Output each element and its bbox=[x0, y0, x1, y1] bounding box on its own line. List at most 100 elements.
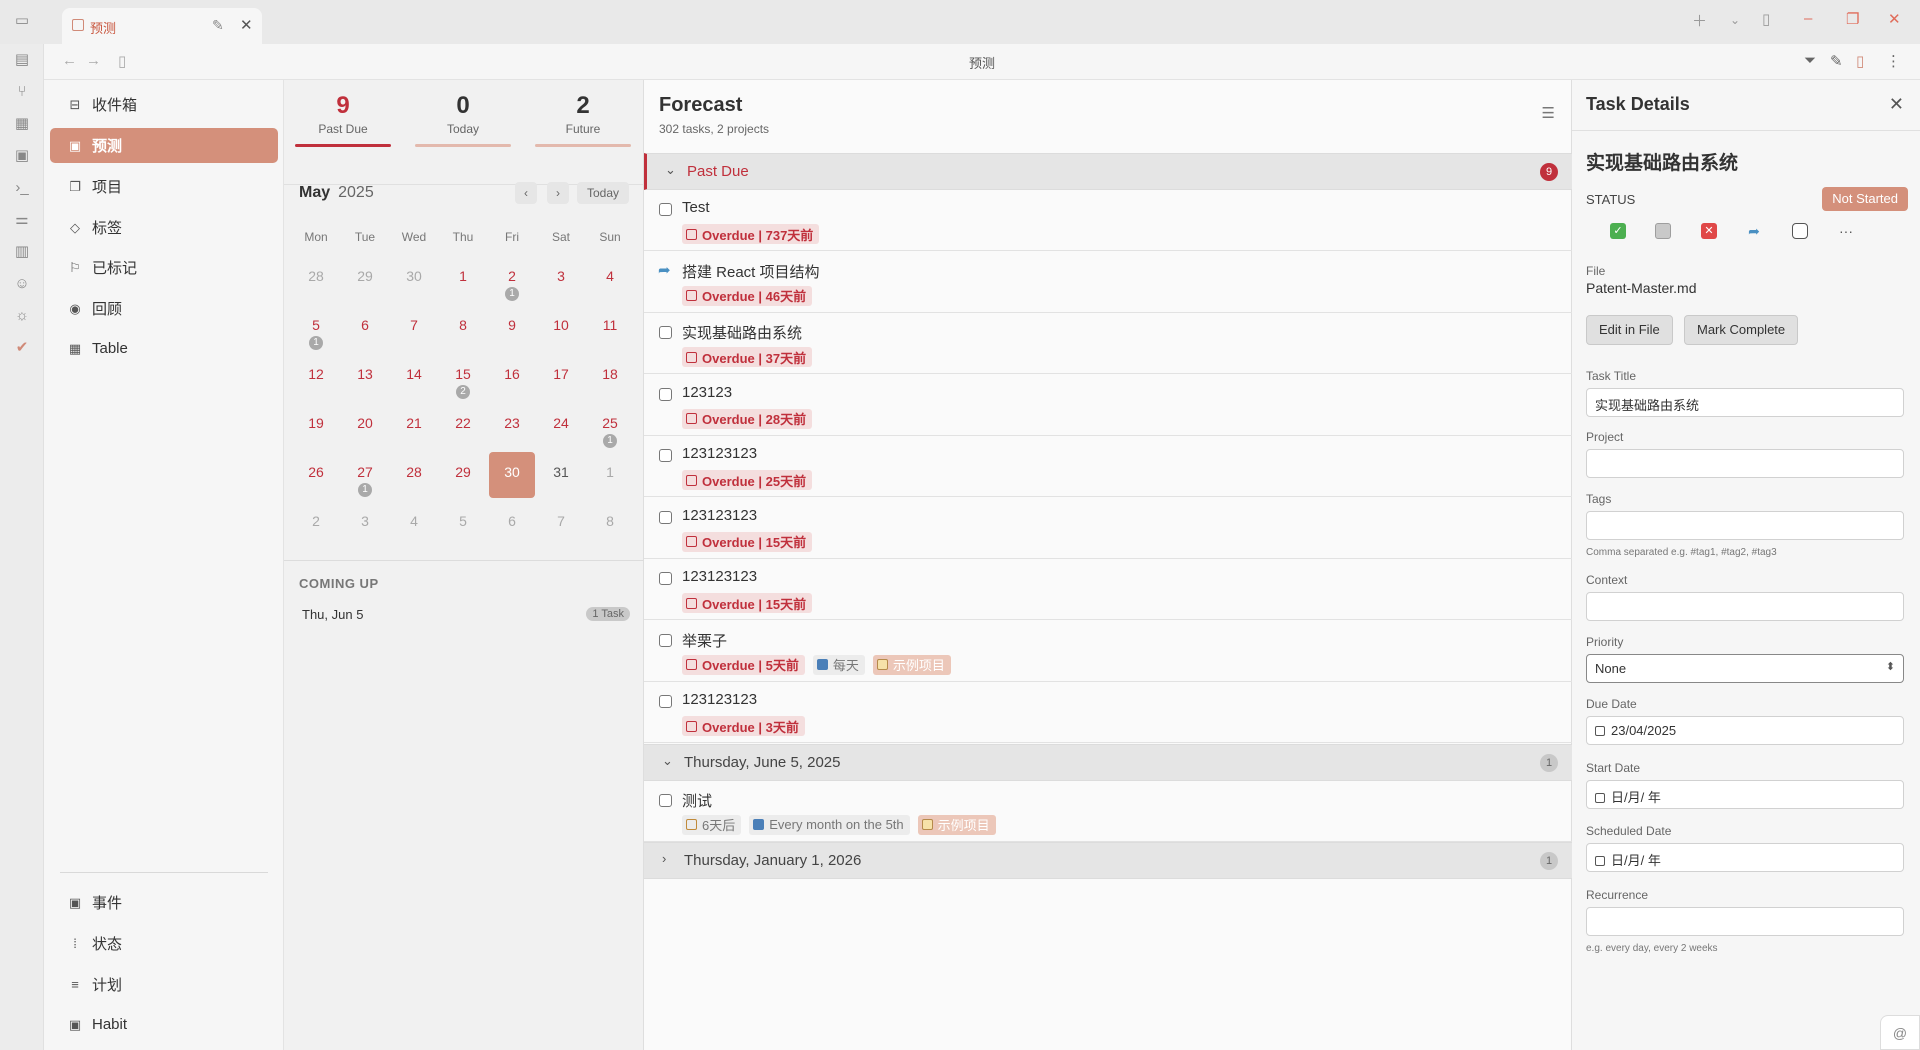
status-not-started-icon[interactable] bbox=[1655, 223, 1671, 239]
calendar-day[interactable]: 31 bbox=[538, 452, 584, 498]
status-cancelled-icon[interactable]: ✕ bbox=[1701, 223, 1717, 239]
list-view-icon[interactable]: ☰ bbox=[1542, 104, 1555, 122]
scheduled-date-input[interactable]: 日/月/ 年 bbox=[1586, 843, 1904, 872]
more-status-icon[interactable]: ··· bbox=[1838, 223, 1854, 239]
task-row[interactable]: 123123123 Overdue | 25天前 bbox=[644, 436, 1572, 497]
stat-future[interactable]: 2 Future bbox=[534, 92, 632, 147]
calendar-day[interactable]: 5 bbox=[440, 501, 486, 547]
calendar-day[interactable]: 17 bbox=[538, 354, 584, 400]
close-icon[interactable]: ✕ bbox=[1889, 94, 1904, 115]
calendar-day[interactable]: 28 bbox=[391, 452, 437, 498]
sidebar-item-events[interactable]: ▣ 事件 bbox=[50, 885, 278, 920]
task-checkbox[interactable] bbox=[659, 449, 672, 462]
task-row[interactable]: 123123123 Overdue | 3天前 bbox=[644, 682, 1572, 743]
calendar-day[interactable]: 1 bbox=[587, 452, 633, 498]
task-row[interactable]: 123123123 Overdue | 15天前 bbox=[644, 559, 1572, 620]
sliders-icon[interactable]: ⚌ bbox=[12, 210, 32, 230]
edit-in-file-button[interactable]: Edit in File bbox=[1586, 315, 1673, 345]
calendar-day[interactable]: 10 bbox=[538, 305, 584, 351]
task-title-input[interactable]: 实现基础路由系统 bbox=[1586, 388, 1904, 417]
calendar-day[interactable]: 18 bbox=[587, 354, 633, 400]
layout-icon[interactable]: ▥ bbox=[12, 242, 32, 262]
calendar-day[interactable]: 22 bbox=[440, 403, 486, 449]
graph-icon[interactable]: ⑂ bbox=[12, 82, 32, 102]
sidebar-item-status[interactable]: ⁞ 状态 bbox=[50, 926, 278, 961]
smile-icon[interactable]: ☺ bbox=[12, 274, 32, 294]
calendar-day[interactable]: 30 bbox=[489, 452, 535, 498]
chevron-right-icon[interactable]: › bbox=[662, 851, 666, 866]
sidebar-item-inbox[interactable]: ⊟ 收件箱 bbox=[50, 87, 278, 122]
task-genius-icon[interactable]: ✔ bbox=[12, 338, 32, 358]
calendar-day[interactable]: 26 bbox=[293, 452, 339, 498]
calendar-day[interactable]: 23 bbox=[489, 403, 535, 449]
calendar-day[interactable]: 2 bbox=[293, 501, 339, 547]
calendar-day[interactable]: 3 bbox=[342, 501, 388, 547]
calendar-day[interactable]: 12 bbox=[293, 354, 339, 400]
sidebar-item-projects[interactable]: ❐ 项目 bbox=[50, 169, 278, 204]
calendar-day[interactable]: 3 bbox=[538, 256, 584, 302]
calendar-day[interactable]: 1 bbox=[440, 256, 486, 302]
next-month-button[interactable]: › bbox=[547, 182, 569, 204]
file-icon[interactable]: ▤ bbox=[12, 50, 32, 70]
sidebar-item-flagged[interactable]: ⚐ 已标记 bbox=[50, 250, 278, 285]
coming-up-item[interactable]: Thu, Jun 5 1 Task bbox=[302, 604, 630, 626]
calendar-day[interactable]: 29 bbox=[342, 256, 388, 302]
calendar-day[interactable]: 27 1 bbox=[342, 452, 388, 498]
bulb-icon[interactable]: ☼ bbox=[12, 306, 32, 326]
calendar-day[interactable]: 51 bbox=[293, 305, 339, 351]
status-forward-icon[interactable]: ➦ bbox=[1746, 223, 1762, 239]
status-complete-icon[interactable]: ✓ bbox=[1610, 223, 1626, 239]
window-close-icon[interactable]: ✕ bbox=[1888, 10, 1901, 28]
grid-icon[interactable]: ▦ bbox=[12, 114, 32, 134]
sidebar-item-forecast[interactable]: ▣ 预测 bbox=[50, 128, 278, 163]
right-sidebar-toggle-icon[interactable]: ▯ bbox=[1762, 10, 1770, 28]
today-button[interactable]: Today bbox=[577, 182, 629, 204]
section-header[interactable]: ⌄ Past Due 9 bbox=[644, 153, 1572, 190]
chevron-down-icon[interactable]: ⌄ bbox=[665, 162, 676, 178]
recurrence-input[interactable] bbox=[1586, 907, 1904, 936]
task-checkbox[interactable] bbox=[659, 572, 672, 585]
section-header[interactable]: ⌄ Thursday, June 5, 2025 1 bbox=[644, 743, 1572, 781]
task-row[interactable]: 测试 6天后 Every month on the 5th 示例项目 bbox=[644, 781, 1572, 842]
forwarded-icon[interactable]: ➦ bbox=[658, 261, 671, 279]
calendar-icon[interactable]: ▣ bbox=[12, 146, 32, 166]
task-chip[interactable]: 示例项目 bbox=[917, 814, 996, 835]
task-chip[interactable]: 示例项目 bbox=[872, 654, 951, 675]
task-row[interactable]: Test Overdue | 737天前 bbox=[644, 190, 1572, 251]
mark-complete-button[interactable]: Mark Complete bbox=[1684, 315, 1799, 345]
sidebar-item-habit[interactable]: ▣ Habit bbox=[50, 1007, 278, 1042]
calendar-day[interactable]: 4 bbox=[391, 501, 437, 547]
sidebar-item-review[interactable]: ◉ 回顾 bbox=[50, 291, 278, 326]
prev-month-button[interactable]: ‹ bbox=[515, 182, 537, 204]
stat-today[interactable]: 0 Today bbox=[414, 92, 512, 147]
details-panel-icon[interactable]: ▯ bbox=[1856, 52, 1864, 70]
task-checkbox[interactable] bbox=[659, 793, 672, 807]
tab-forecast[interactable]: 预测 ✎ ✕ bbox=[62, 8, 262, 44]
section-header[interactable]: › Thursday, January 1, 2026 1 bbox=[644, 842, 1572, 879]
chevron-down-icon[interactable]: ⌄ bbox=[662, 753, 673, 769]
calendar-day[interactable]: 7 bbox=[538, 501, 584, 547]
task-row[interactable]: 实现基础路由系统 Overdue | 37天前 bbox=[644, 313, 1572, 374]
sidebar-toggle-icon[interactable]: ▭ bbox=[11, 11, 33, 31]
calendar-day[interactable]: 13 bbox=[342, 354, 388, 400]
task-checkbox[interactable] bbox=[659, 203, 672, 216]
task-row[interactable]: 123123123 Overdue | 15天前 bbox=[644, 498, 1572, 559]
calendar-day[interactable]: 28 bbox=[293, 256, 339, 302]
start-date-input[interactable]: 日/月/ 年 bbox=[1586, 780, 1904, 809]
sidebar-item-tags[interactable]: ◇ 标签 bbox=[50, 210, 278, 245]
terminal-icon[interactable]: ›_ bbox=[12, 178, 32, 198]
status-in-progress-icon[interactable] bbox=[1792, 223, 1808, 239]
project-input[interactable] bbox=[1586, 449, 1904, 478]
task-checkbox[interactable] bbox=[659, 633, 672, 647]
stat-past-due[interactable]: 9 Past Due bbox=[294, 92, 392, 147]
calendar-day[interactable]: 25 1 bbox=[587, 403, 633, 449]
calendar-day[interactable]: 15 2 bbox=[440, 354, 486, 400]
calendar-day[interactable]: 20 bbox=[342, 403, 388, 449]
calendar-day[interactable]: 30 bbox=[391, 256, 437, 302]
calendar-day[interactable]: 6 bbox=[489, 501, 535, 547]
calendar-day[interactable]: 6 bbox=[342, 305, 388, 351]
calendar-day[interactable]: 7 bbox=[391, 305, 437, 351]
calendar-day[interactable]: 8 bbox=[587, 501, 633, 547]
sidebar-item-plan[interactable]: ≡ 计划 bbox=[50, 967, 278, 1002]
restore-icon[interactable]: ❐ bbox=[1846, 10, 1859, 28]
